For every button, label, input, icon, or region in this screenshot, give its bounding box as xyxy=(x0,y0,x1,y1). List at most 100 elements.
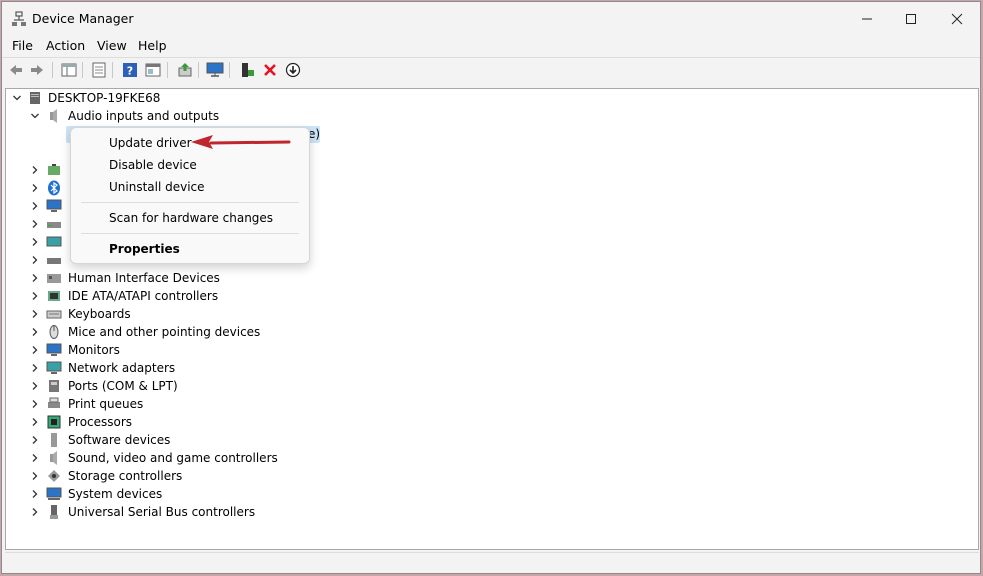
printer-icon xyxy=(48,397,60,408)
tree-category-label[interactable]: Universal Serial Bus controllers xyxy=(68,503,255,521)
chevron-down-icon[interactable] xyxy=(12,93,22,103)
uninstall-button[interactable] xyxy=(260,60,280,80)
title-bar[interactable]: Device Manager xyxy=(2,2,980,35)
toolbar-separator xyxy=(82,62,83,78)
menu-file[interactable]: File xyxy=(12,38,33,53)
back-icon xyxy=(10,65,22,75)
toolbar-separator xyxy=(52,62,53,78)
download-icon xyxy=(285,62,301,78)
toolbar: ? xyxy=(2,57,980,83)
tree-category-label[interactable]: Print queues xyxy=(68,395,143,413)
toolbar-separator xyxy=(198,62,199,78)
battery-icon xyxy=(48,164,60,175)
dvd-drive-icon xyxy=(47,258,61,264)
scan-hardware-button[interactable] xyxy=(205,60,225,80)
menu-separator xyxy=(81,233,299,234)
menu-scan-hardware[interactable]: Scan for hardware changes xyxy=(109,210,273,226)
scan-hardware-icon xyxy=(206,62,224,77)
chevron-right-icon[interactable] xyxy=(30,237,40,247)
chevron-right-icon[interactable] xyxy=(30,363,40,373)
storage-icon xyxy=(48,470,60,482)
chevron-right-icon[interactable] xyxy=(30,219,40,229)
console-view-button[interactable] xyxy=(143,60,163,80)
menu-bar: File Action View Help xyxy=(2,35,980,57)
display-adapter-icon xyxy=(46,236,62,247)
update-driver-button[interactable] xyxy=(175,60,195,80)
menu-action[interactable]: Action xyxy=(46,38,85,53)
chevron-right-icon[interactable] xyxy=(30,417,40,427)
chevron-right-icon[interactable] xyxy=(30,381,40,391)
system-device-icon xyxy=(46,487,62,500)
chevron-right-icon[interactable] xyxy=(30,255,40,265)
device-manager-app-icon xyxy=(12,11,26,26)
toolbar-separator xyxy=(112,62,113,78)
menu-separator xyxy=(81,202,299,203)
properties-icon xyxy=(92,62,106,78)
help-button[interactable]: ? xyxy=(120,60,140,80)
chevron-right-icon[interactable] xyxy=(30,453,40,463)
menu-disable-device[interactable]: Disable device xyxy=(109,157,197,173)
network-adapter-icon xyxy=(46,361,62,374)
keyboard-icon xyxy=(46,310,62,319)
add-driver-button[interactable] xyxy=(237,60,257,80)
menu-help[interactable]: Help xyxy=(138,38,167,53)
tree-category-label[interactable]: Network adapters xyxy=(68,359,175,377)
show-hide-tree-icon xyxy=(61,63,77,77)
tree-category-label[interactable]: IDE ATA/ATAPI controllers xyxy=(68,287,218,305)
show-hide-tree-button[interactable] xyxy=(59,60,79,80)
tree-category-audio[interactable]: Audio inputs and outputs xyxy=(68,107,219,125)
tree-category-label[interactable]: Ports (COM & LPT) xyxy=(68,377,178,395)
tree-category-label[interactable]: Sound, video and game controllers xyxy=(68,449,278,467)
console-view-icon xyxy=(145,63,161,77)
computer-monitor-icon xyxy=(46,199,62,212)
chevron-right-icon[interactable] xyxy=(30,327,40,337)
menu-view[interactable]: View xyxy=(97,38,127,53)
update-driver-icon xyxy=(178,63,192,77)
menu-update-driver[interactable]: Update driver xyxy=(109,135,192,151)
processor-icon xyxy=(47,415,61,429)
menu-properties[interactable]: Properties xyxy=(109,241,180,257)
tree-category-label[interactable]: Mice and other pointing devices xyxy=(68,323,260,341)
chevron-right-icon[interactable] xyxy=(30,201,40,211)
hid-icon xyxy=(47,274,61,283)
tree-category-label[interactable]: Monitors xyxy=(68,341,120,359)
device-tree[interactable]: DESKTOP-19FKE68 Audio inputs and outputs… xyxy=(5,88,979,550)
chevron-right-icon[interactable] xyxy=(30,399,40,409)
properties-button[interactable] xyxy=(89,60,109,80)
monitor-icon xyxy=(46,343,62,356)
download-button[interactable] xyxy=(283,60,303,80)
tree-category-label[interactable]: Software devices xyxy=(68,431,170,449)
tree-root-label[interactable]: DESKTOP-19FKE68 xyxy=(48,89,160,107)
forward-icon xyxy=(31,65,43,75)
chevron-right-icon[interactable] xyxy=(30,471,40,481)
mouse-icon xyxy=(49,325,59,339)
menu-uninstall-device[interactable]: Uninstall device xyxy=(109,179,205,195)
chevron-right-icon[interactable] xyxy=(30,435,40,445)
close-icon xyxy=(951,13,963,24)
forward-button[interactable] xyxy=(27,60,47,80)
chevron-right-icon[interactable] xyxy=(30,291,40,301)
maximize-button[interactable] xyxy=(888,2,934,35)
chevron-down-icon[interactable] xyxy=(30,111,40,121)
tree-category-label[interactable]: Human Interface Devices xyxy=(68,269,220,287)
device-manager-window: Device Manager File Action View Help ? D… xyxy=(1,1,981,574)
speaker-icon xyxy=(50,109,57,123)
chevron-right-icon[interactable] xyxy=(30,183,40,193)
chevron-right-icon[interactable] xyxy=(30,309,40,319)
minimize-button[interactable] xyxy=(844,2,890,35)
tree-category-label[interactable]: Keyboards xyxy=(68,305,131,323)
chevron-right-icon[interactable] xyxy=(30,165,40,175)
ide-controller-icon xyxy=(48,291,60,301)
back-button[interactable] xyxy=(6,60,26,80)
tree-category-label[interactable]: System devices xyxy=(68,485,162,503)
tree-category-label[interactable]: Processors xyxy=(68,413,132,431)
chevron-right-icon[interactable] xyxy=(30,489,40,499)
status-bar xyxy=(5,552,979,572)
chevron-right-icon[interactable] xyxy=(30,273,40,283)
tree-category-label[interactable]: Storage controllers xyxy=(68,467,182,485)
chevron-right-icon[interactable] xyxy=(30,345,40,355)
close-button[interactable] xyxy=(934,2,980,35)
maximize-icon xyxy=(906,13,916,24)
toolbar-separator xyxy=(229,62,230,78)
chevron-right-icon[interactable] xyxy=(30,507,40,517)
